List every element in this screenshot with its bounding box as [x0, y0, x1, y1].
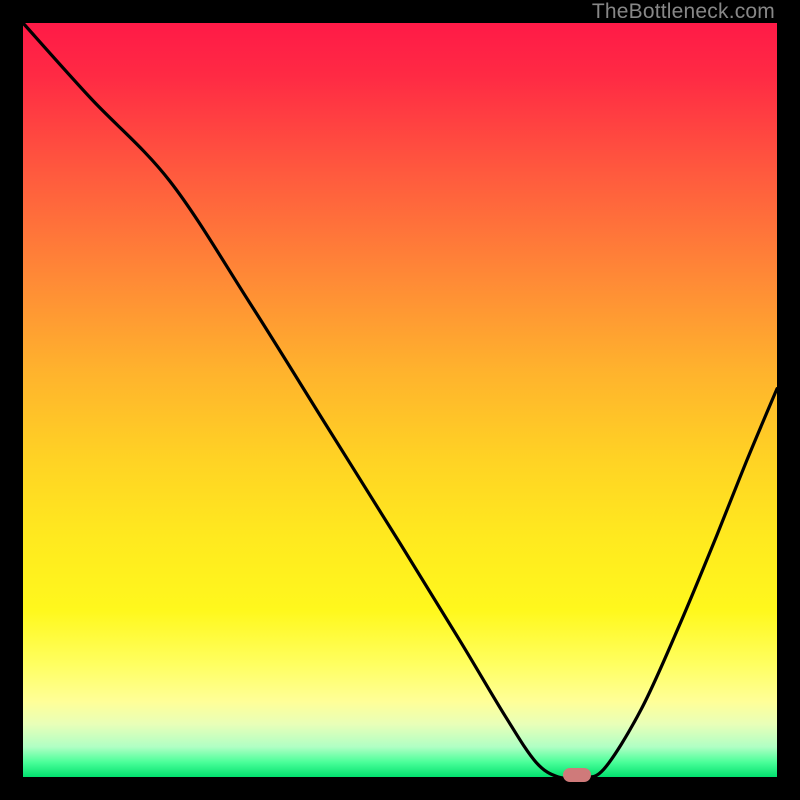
watermark-text: TheBottleneck.com [592, 0, 775, 24]
chart-frame: TheBottleneck.com [0, 0, 800, 800]
bottleneck-curve [23, 23, 777, 777]
plot-area [23, 23, 777, 777]
optimal-marker [563, 768, 591, 782]
